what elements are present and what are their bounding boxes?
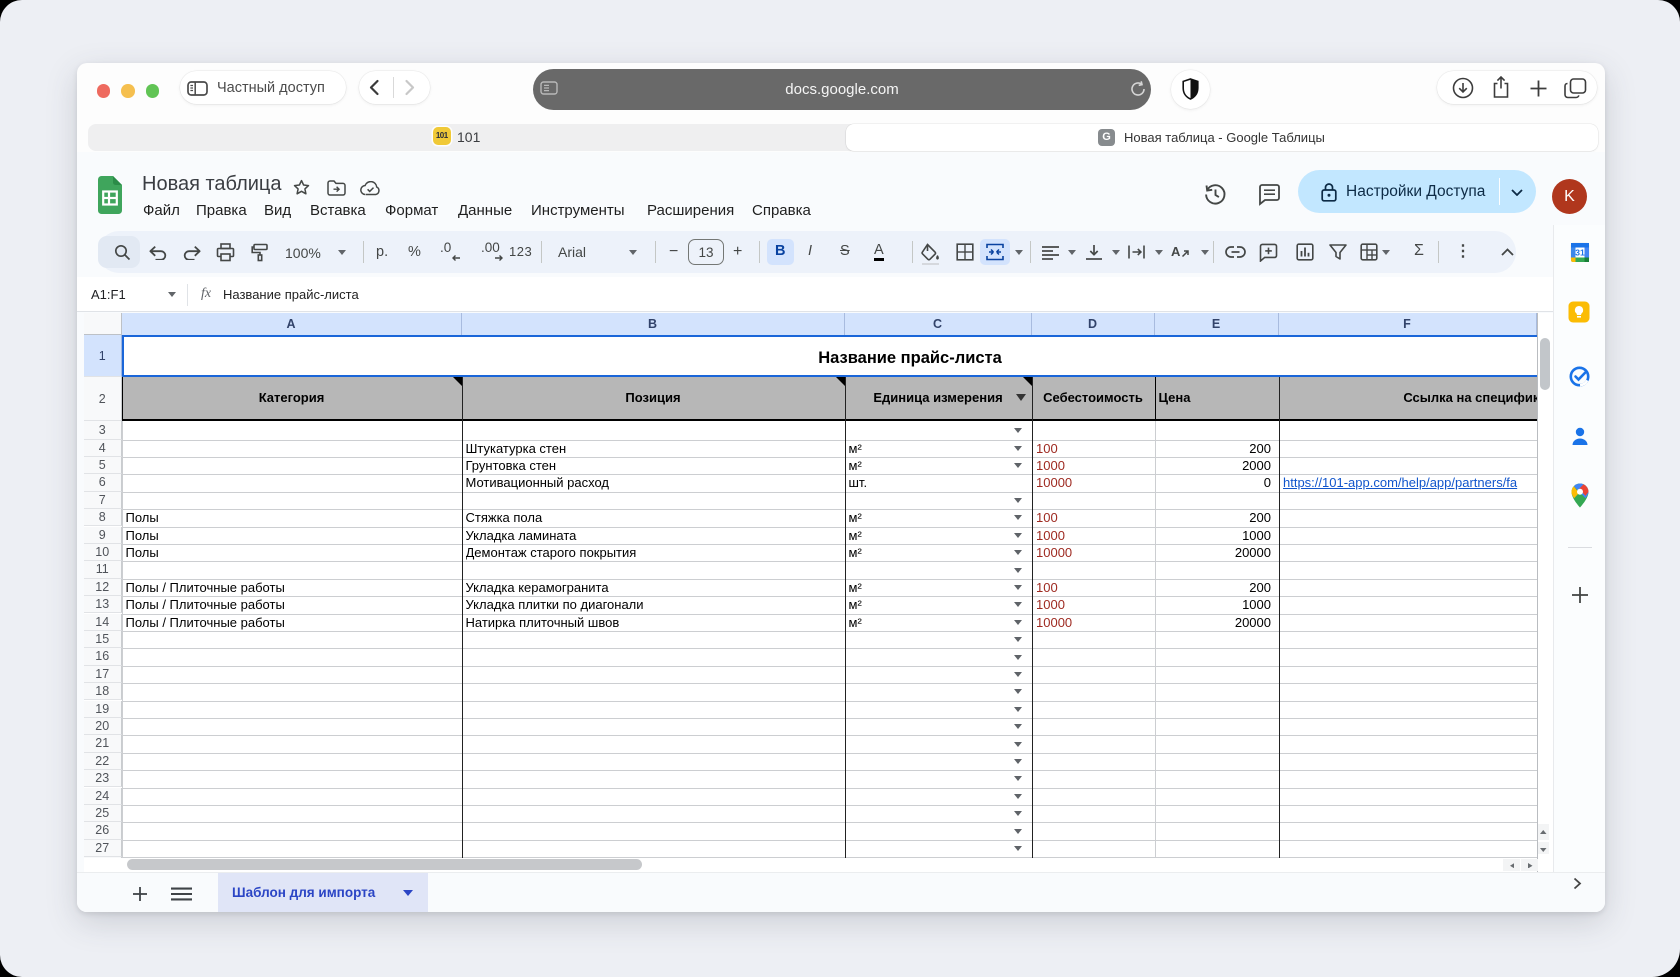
svg-text:31: 31 bbox=[1575, 248, 1585, 258]
svg-text:A: A bbox=[1171, 244, 1181, 259]
